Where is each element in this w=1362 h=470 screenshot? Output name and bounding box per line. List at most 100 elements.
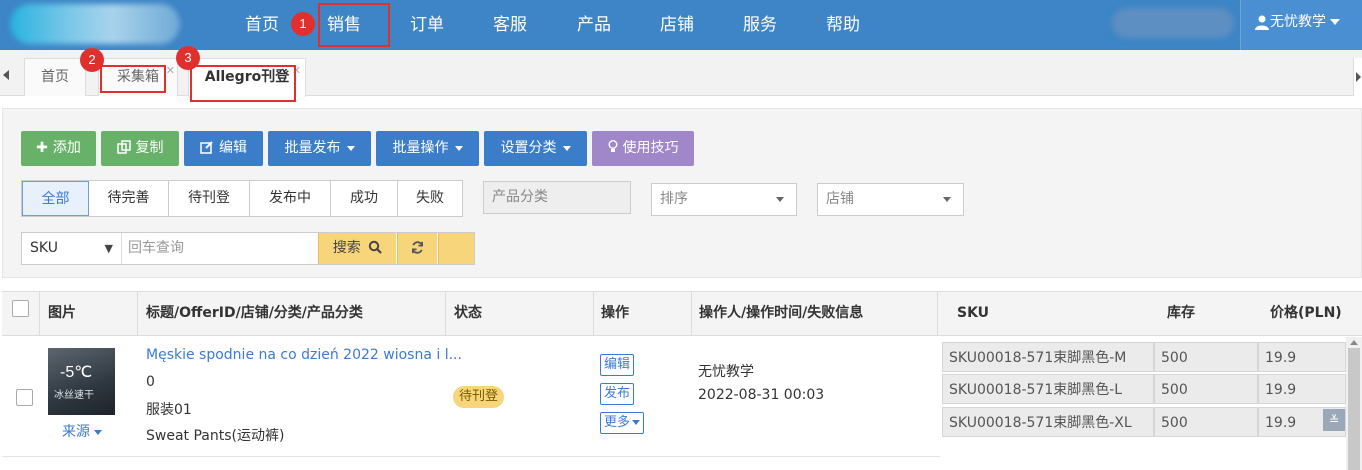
annotation-marker-1: 1 bbox=[291, 12, 315, 36]
lightbulb-icon bbox=[608, 140, 617, 152]
sku-row: SKU00018-571束脚黑色-XL 500 19.9 bbox=[942, 407, 1346, 437]
copy-icon bbox=[116, 140, 131, 154]
chevron-down-icon bbox=[632, 420, 641, 425]
search-icon bbox=[369, 240, 382, 254]
double-chevron-down-icon: ≚ bbox=[1328, 413, 1340, 427]
edit-icon bbox=[200, 141, 213, 154]
sku-row: SKU00018-571束脚黑色-M 500 19.9 bbox=[942, 342, 1346, 372]
chevron-down-icon bbox=[1330, 19, 1340, 25]
scroll-up-icon[interactable] bbox=[1350, 340, 1358, 345]
search-type-select[interactable]: SKU ▼ bbox=[22, 233, 122, 264]
header-divider bbox=[691, 292, 692, 335]
plus-icon: ✚ bbox=[36, 140, 48, 156]
header-divider bbox=[937, 292, 938, 335]
operator-name: 无忧教学 bbox=[698, 364, 754, 380]
more-search-options-button[interactable] bbox=[438, 233, 474, 264]
tab-home[interactable]: 首页 bbox=[24, 58, 86, 96]
batch-operations-button[interactable]: 批量操作 bbox=[376, 131, 479, 166]
add-button-label: 添加 bbox=[52, 140, 81, 156]
filter-pending-listing[interactable]: 待刊登 bbox=[169, 181, 250, 216]
store-select-label: 店铺 bbox=[826, 191, 854, 207]
sku-stock: 500 bbox=[1154, 342, 1258, 372]
chevron-down-icon bbox=[454, 145, 463, 151]
status-filter-group: 全部 待完善 待刊登 发布中 成功 失败 bbox=[21, 180, 463, 217]
source-label: 来源 bbox=[62, 424, 90, 440]
header-operations: 操作 bbox=[601, 305, 629, 321]
offer-id: 0 bbox=[146, 374, 155, 390]
nav-orders[interactable]: 订单 bbox=[405, 0, 449, 50]
row-more-button[interactable]: 更多 bbox=[600, 412, 645, 434]
filter-success[interactable]: 成功 bbox=[331, 181, 398, 216]
product-thumbnail[interactable]: -5℃ 冰丝速干 bbox=[48, 348, 115, 415]
filter-publishing[interactable]: 发布中 bbox=[250, 181, 331, 216]
store-select[interactable]: 店铺 bbox=[817, 183, 964, 216]
annotation-box-allegro bbox=[190, 65, 296, 102]
usage-tips-button[interactable]: 使用技巧 bbox=[592, 131, 694, 166]
logo[interactable] bbox=[10, 4, 180, 44]
search-button[interactable]: 搜索 bbox=[318, 233, 396, 264]
chevron-down-icon bbox=[346, 145, 355, 151]
refresh-icon bbox=[411, 241, 424, 254]
batch-operations-label: 批量操作 bbox=[392, 140, 449, 156]
nav-services[interactable]: 服务 bbox=[738, 0, 782, 50]
header-divider bbox=[137, 292, 138, 335]
sku-price: 19.9 bbox=[1258, 342, 1346, 372]
nav-home[interactable]: 首页 bbox=[240, 0, 284, 50]
chevron-down-icon bbox=[562, 145, 571, 151]
batch-publish-label: 批量发布 bbox=[284, 140, 341, 156]
annotation-box-collection bbox=[100, 65, 166, 93]
header-divider bbox=[39, 292, 40, 335]
source-dropdown[interactable]: 来源 bbox=[62, 421, 102, 441]
sku-row: SKU00018-571束脚黑色-L 500 19.9 bbox=[942, 374, 1346, 404]
chevron-down-icon bbox=[776, 197, 784, 202]
row-checkbox[interactable] bbox=[16, 389, 33, 406]
sku-code: SKU00018-571束脚黑色-L bbox=[942, 374, 1154, 404]
set-category-button[interactable]: 设置分类 bbox=[484, 131, 587, 166]
row-edit-button[interactable]: 编辑 bbox=[600, 354, 635, 376]
chevron-down-icon bbox=[94, 429, 102, 435]
refresh-button[interactable] bbox=[397, 233, 437, 264]
sku-stock: 500 bbox=[1154, 407, 1258, 437]
usage-tips-label: 使用技巧 bbox=[622, 140, 679, 156]
nav-help[interactable]: 帮助 bbox=[821, 0, 865, 50]
user-menu[interactable]: 无忧教学 bbox=[1240, 0, 1362, 50]
filter-incomplete[interactable]: 待完善 bbox=[89, 181, 169, 216]
product-category-placeholder: 产品分类 bbox=[492, 189, 548, 205]
copy-button[interactable]: 复制 bbox=[101, 131, 179, 166]
filter-failed[interactable]: 失败 bbox=[398, 181, 462, 216]
thumbnail-temperature: -5℃ bbox=[60, 364, 93, 381]
nav-products[interactable]: 产品 bbox=[572, 0, 616, 50]
account-info bbox=[1112, 8, 1234, 38]
status-badge: 待刊登 bbox=[453, 386, 505, 408]
sort-select[interactable]: 排序 bbox=[651, 183, 797, 216]
search-input[interactable]: 回车查询 bbox=[128, 233, 318, 264]
store-name: 服装01 bbox=[146, 402, 192, 418]
operation-time: 2022-08-31 00:03 bbox=[698, 387, 825, 403]
row-publish-button[interactable]: 发布 bbox=[600, 383, 635, 405]
product-title-link[interactable]: Męskie spodnie na co dzień 2022 wiosna i… bbox=[146, 347, 462, 363]
table-header: 图片 标题/OfferID/店铺/分类/产品分类 状态 操作 操作人/操作时间/… bbox=[2, 291, 1362, 336]
search-type-label: SKU bbox=[30, 240, 58, 256]
chevron-down-icon bbox=[943, 197, 951, 202]
tab-scroll-left-icon[interactable] bbox=[3, 70, 9, 80]
expand-skus-button[interactable]: ≚ bbox=[1323, 409, 1345, 431]
header-sku: SKU bbox=[957, 305, 990, 321]
header-operator: 操作人/操作时间/失败信息 bbox=[699, 305, 864, 321]
select-all-checkbox[interactable] bbox=[12, 300, 29, 317]
tab-scroll-right-icon[interactable] bbox=[1356, 72, 1361, 82]
filter-all[interactable]: 全部 bbox=[22, 181, 89, 216]
batch-publish-button[interactable]: 批量发布 bbox=[268, 131, 371, 166]
sku-stock: 500 bbox=[1154, 374, 1258, 404]
nav-service[interactable]: 客服 bbox=[488, 0, 532, 50]
category-name: Sweat Pants(运动裤) bbox=[146, 428, 285, 444]
add-button[interactable]: ✚ 添加 bbox=[21, 131, 96, 166]
edit-button[interactable]: 编辑 bbox=[184, 131, 263, 166]
product-category-field[interactable]: 产品分类 bbox=[483, 181, 631, 214]
header-stock: 库存 bbox=[1167, 305, 1195, 321]
sku-code: SKU00018-571束脚黑色-M bbox=[942, 342, 1154, 372]
close-icon[interactable]: ✕ bbox=[166, 65, 175, 77]
sku-scrollbar-thumb[interactable] bbox=[1348, 348, 1360, 470]
sort-select-label: 排序 bbox=[660, 191, 688, 207]
nav-stores[interactable]: 店铺 bbox=[655, 0, 699, 50]
annotation-marker-3: 3 bbox=[176, 46, 200, 70]
